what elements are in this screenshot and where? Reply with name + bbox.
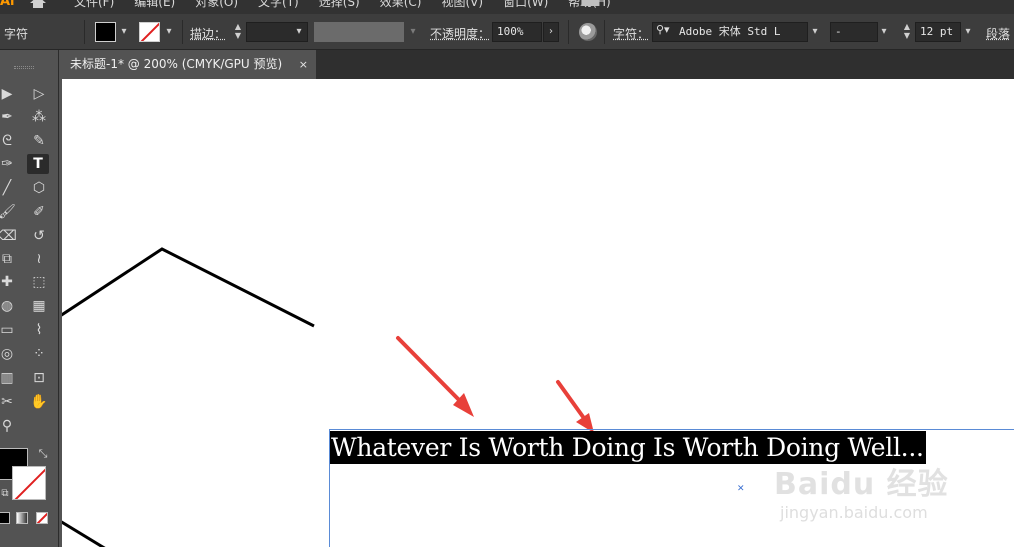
magic-wand-tool-icon[interactable]: ⁂ <box>28 107 50 127</box>
menu-object[interactable]: 对象(O) <box>195 0 238 10</box>
eraser-tool-icon[interactable]: ⌫ <box>0 226 18 246</box>
selection-tool-icon[interactable]: ▶ <box>0 84 18 104</box>
eyedropper-tool-icon[interactable]: ⌇ <box>28 320 50 340</box>
stroke-color-box[interactable] <box>12 466 46 500</box>
paintbrush-tool-icon[interactable]: 🖌︎ <box>0 202 18 222</box>
none-mode-icon[interactable] <box>36 512 48 524</box>
divider <box>604 20 605 44</box>
zoom-tool-icon[interactable]: ⚲ <box>0 416 18 436</box>
rotate-tool-icon[interactable]: ↺ <box>28 226 50 246</box>
stroke-weight-stepper-icon[interactable]: ▲ ▼ <box>231 22 245 42</box>
divider <box>84 20 85 44</box>
opacity-field[interactable]: 100% <box>492 22 542 42</box>
hand-tool-icon[interactable]: ✋ <box>28 392 50 412</box>
font-style-field[interactable]: - <box>830 22 878 42</box>
scale-tool-icon[interactable]: ⧉ <box>0 249 18 269</box>
variable-width-profile[interactable] <box>314 22 404 42</box>
profile-chevron-icon[interactable]: ▾ <box>406 22 420 42</box>
menu-window[interactable]: 窗口(W) <box>503 0 548 10</box>
watermark-url: jingyan.baidu.com <box>780 503 928 522</box>
close-tab-icon[interactable]: × <box>299 50 308 79</box>
opacity-label[interactable]: 不透明度： <box>430 25 490 42</box>
document-tab-bar: 未标题-1* @ 200% (CMYK/GPU 预览) × <box>62 50 1014 79</box>
perspective-grid-tool-icon[interactable]: ▦ <box>28 296 50 316</box>
baidu-watermark: Baidu 经验 jingyan.baidu.com <box>774 459 974 529</box>
artboard-canvas[interactable]: Whatever Is Worth Doing Is Worth Doing W… <box>62 79 1014 547</box>
symbol-sprayer-tool-icon[interactable]: ⁘ <box>28 344 50 364</box>
annotation-arrow-right <box>556 380 594 433</box>
workspace-switcher-icon[interactable] <box>582 0 598 6</box>
menu-bar: Ai 文件(F) 编辑(E) 对象(O) 文字(T) 选择(S) 效果(C) 视… <box>0 0 1014 14</box>
menu-select[interactable]: 选择(S) <box>319 0 360 10</box>
menu-type[interactable]: 文字(T) <box>258 0 299 10</box>
divider <box>182 20 183 44</box>
text-anchor-point-icon: ✕ <box>737 484 745 494</box>
curvature-tool-icon[interactable]: ✒ <box>0 107 18 127</box>
line-tool-icon[interactable]: ╱ <box>0 178 18 198</box>
context-label: 字符 <box>4 27 29 41</box>
puppet-warp-tool-icon[interactable]: ✚ <box>0 272 18 292</box>
font-family-chevron-icon[interactable]: ▾ <box>808 22 822 42</box>
home-icon[interactable] <box>30 0 46 8</box>
character-label[interactable]: 字符： <box>613 25 649 42</box>
polygon-tool-icon[interactable]: ⬡ <box>28 178 50 198</box>
column-graph-tool-icon[interactable]: ▥ <box>0 368 18 388</box>
gradient-mode-icon[interactable] <box>16 512 28 524</box>
stroke-dropdown-chevron-icon[interactable]: ▾ <box>162 22 176 42</box>
slice-tool-icon[interactable]: ✂ <box>0 392 18 412</box>
lasso-tool-icon[interactable]: ᘓ <box>0 131 18 151</box>
font-style-chevron-icon[interactable]: ▾ <box>877 22 891 42</box>
shape-builder-tool-icon[interactable]: ◍ <box>0 296 18 316</box>
anchor-point-tool-icon[interactable]: ✑ <box>0 154 18 174</box>
watermark-brand: Baidu 经验 <box>774 467 949 502</box>
default-colors-icon[interactable]: ⧉ <box>0 484 16 504</box>
annotation-arrow-left <box>396 336 474 417</box>
stroke-color-swatch[interactable] <box>139 22 160 42</box>
blend-tool-icon[interactable]: ◎ <box>0 344 18 364</box>
font-size-stepper-icon[interactable]: ▲ ▼ <box>900 22 914 42</box>
stroke-weight-chevron-icon[interactable]: ▾ <box>292 22 306 42</box>
swap-fill-stroke-icon[interactable]: ⤡ <box>32 444 54 464</box>
paragraph-label[interactable]: 段落 <box>986 25 1010 42</box>
hexagon-path[interactable] <box>62 247 315 328</box>
direct-selection-tool-icon[interactable]: ▷ <box>28 84 50 104</box>
fill-dropdown-chevron-icon[interactable]: ▾ <box>117 22 131 42</box>
free-transform-tool-icon[interactable]: ⬚ <box>28 272 50 292</box>
pen-tool-icon[interactable]: ✎ <box>28 131 50 151</box>
shaper-tool-icon[interactable]: ✐ <box>28 202 50 222</box>
menu-file[interactable]: 文件(F) <box>74 0 114 10</box>
menu-view[interactable]: 视图(V) <box>441 0 483 10</box>
warp-tool-icon[interactable]: ≀ <box>28 249 50 269</box>
fill-color-swatch[interactable] <box>95 22 116 42</box>
gradient-tool-icon[interactable]: ▭ <box>0 320 18 340</box>
hexagon-path-lower[interactable] <box>62 520 106 547</box>
opacity-arrow-button[interactable]: › <box>543 22 559 42</box>
font-size-field[interactable]: 12 pt <box>915 22 961 42</box>
stroke-label[interactable]: 描边： <box>190 25 226 42</box>
panel-grip[interactable] <box>14 66 34 69</box>
artboard-tool-icon[interactable]: ⊡ <box>28 368 50 388</box>
menu-edit[interactable]: 编辑(E) <box>134 0 175 10</box>
document-tab-title: 未标题-1* @ 200% (CMYK/GPU 预览) <box>70 57 283 71</box>
type-tool-icon[interactable]: T <box>27 154 49 174</box>
document-tab[interactable]: 未标题-1* @ 200% (CMYK/GPU 预览) × <box>62 50 316 79</box>
control-bar: 字符 ▾ ▾ 描边： ▲ ▼ ▾ ▾ 不透明度： 100% › 字符： Adobe… <box>0 14 1014 50</box>
app-logo: Ai <box>0 0 15 9</box>
divider <box>568 20 569 44</box>
menu-effect[interactable]: 效果(C) <box>380 0 422 10</box>
font-search-icon[interactable]: ⚲▾ <box>656 23 670 36</box>
color-mode-icon[interactable] <box>0 512 10 524</box>
recolor-globe-icon[interactable] <box>579 23 597 41</box>
font-family-field[interactable]: Adobe 宋体 Std L <box>652 22 808 42</box>
toolbox-panel: ▶ ▷ ✒ ⁂ ᘓ ✎ ✑ T ╱ ⬡ 🖌︎ ✐ ⌫ ↺ ⧉ ≀ ✚ ⬚ ◍ ▦… <box>0 50 59 547</box>
font-size-chevron-icon[interactable]: ▾ <box>961 22 975 42</box>
